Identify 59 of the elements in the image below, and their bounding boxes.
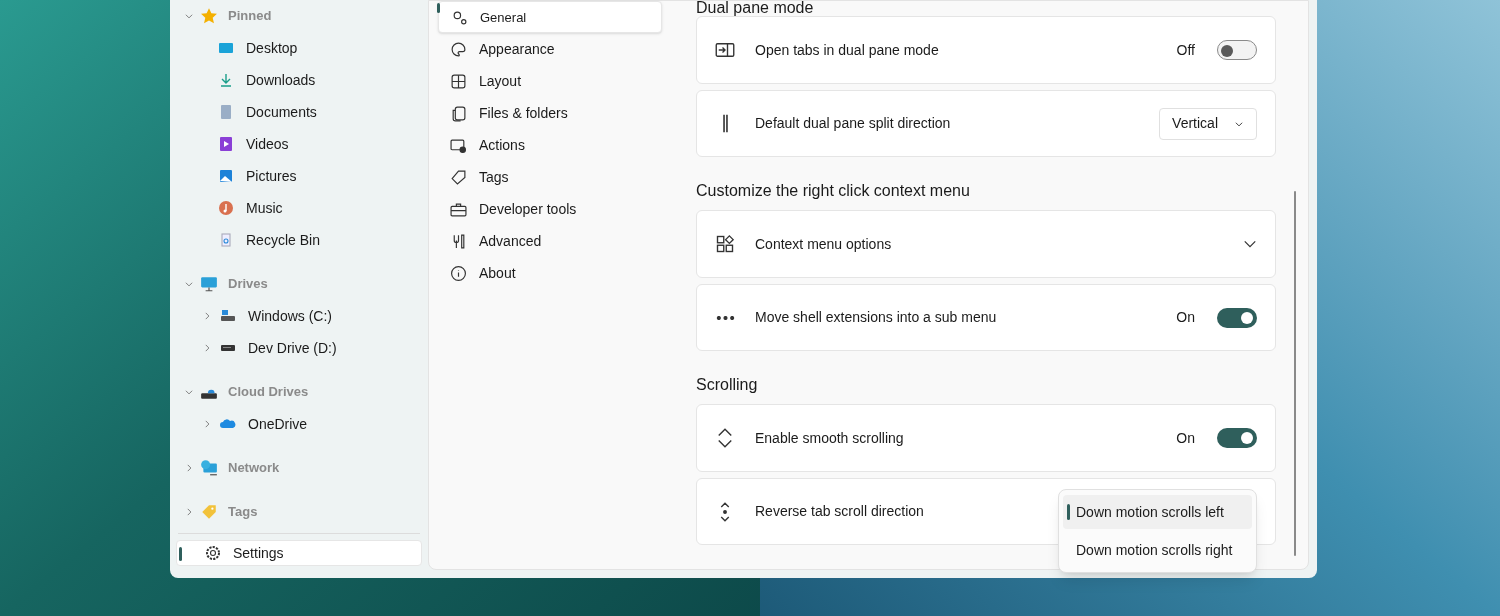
sidebar-item[interactable]: Videos (246, 133, 289, 155)
toggle-switch[interactable] (1217, 40, 1257, 60)
files-icon (450, 104, 467, 122)
music-icon (218, 200, 234, 216)
sidebar-item[interactable]: OneDrive (248, 413, 308, 435)
dropdown[interactable]: Vertical (1159, 107, 1257, 140)
scrollbar[interactable] (1294, 191, 1296, 556)
settings-nav-item[interactable]: Appearance (438, 33, 662, 65)
toggle-switch[interactable] (1217, 307, 1257, 328)
star-icon (200, 7, 218, 25)
desktop-icon (218, 40, 234, 56)
settings-nav-item[interactable]: Developer tools (438, 193, 662, 225)
sidebar-item[interactable]: Recycle Bin (246, 229, 320, 251)
download-icon (218, 72, 234, 88)
settings-nav-item[interactable]: Actions (438, 129, 662, 161)
toggle-state-label: On (1176, 308, 1195, 327)
video-icon (218, 136, 234, 152)
settings-item[interactable]: Settings (176, 540, 422, 566)
settings-nav-item[interactable]: Tags (438, 161, 662, 193)
settings-nav-item[interactable]: Files & folders (438, 97, 662, 129)
network-icon (200, 459, 218, 477)
split-lines-icon (722, 114, 728, 133)
palette-icon (450, 40, 467, 58)
setting-label: Enable smooth scrolling (755, 428, 904, 448)
tag-icon (200, 503, 218, 521)
sidebar-item[interactable]: Dev Drive (D:) (248, 337, 337, 359)
setting-label: Move shell extensions into a sub menu (755, 308, 997, 327)
drive-icon (220, 308, 236, 324)
section-heading: Dual pane mode (696, 1, 815, 15)
menu-item[interactable]: Down motion scrolls left (1063, 495, 1252, 529)
sidebar-item[interactable]: Desktop (246, 37, 298, 59)
sidebar-item[interactable]: Documents (246, 101, 317, 123)
sidebar-item[interactable]: Music (246, 197, 283, 219)
sidebar-item[interactable]: Pictures (246, 165, 297, 187)
toggle-state-label: Off (1176, 40, 1195, 60)
setting-label: Default dual pane split direction (755, 114, 951, 133)
info-icon (450, 264, 467, 282)
toggle-state-label: On (1176, 428, 1195, 448)
setting-label: Open tabs in dual pane mode (755, 40, 939, 60)
sidebar-item[interactable]: Windows (C:) (248, 305, 332, 327)
settings-nav-item[interactable]: General (438, 1, 662, 33)
document-icon (218, 104, 234, 120)
grid-icon (715, 234, 735, 254)
setting-label: Context menu options (755, 234, 892, 254)
settings-nav-item[interactable]: Advanced (438, 225, 662, 257)
toggle-switch[interactable] (1217, 428, 1257, 448)
setting-label: Reverse tab scroll direction (755, 502, 924, 521)
section-heading: Scrolling (696, 375, 759, 395)
tag-icon (450, 168, 467, 186)
menu-item[interactable]: Down motion scrolls right (1063, 533, 1252, 567)
sidebar-item[interactable]: Downloads (246, 69, 316, 91)
monitor-icon (200, 275, 218, 293)
picture-icon (218, 168, 234, 184)
settings-nav-item[interactable]: Layout (438, 65, 662, 97)
more-dots-icon (715, 315, 735, 320)
settings-nav-item[interactable]: About (438, 257, 662, 289)
layout-icon (450, 72, 467, 90)
section-heading: Customize the right click context menu (696, 181, 971, 201)
settings-icon (205, 545, 221, 561)
